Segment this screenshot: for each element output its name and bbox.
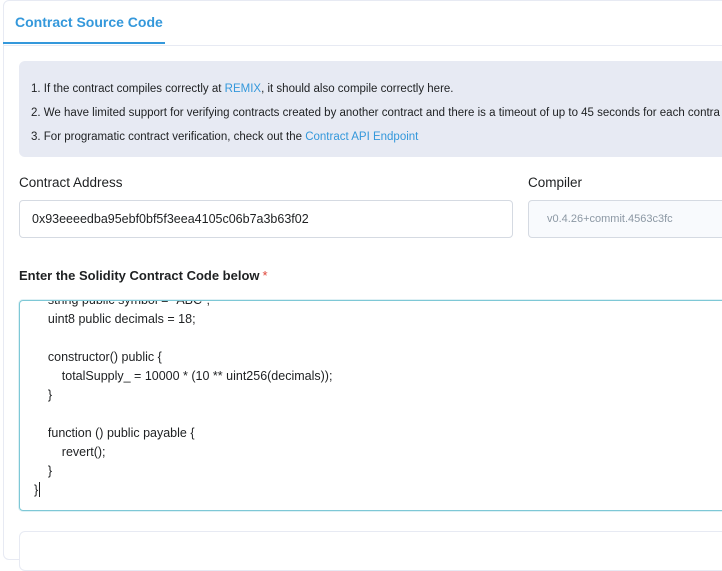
solidity-code-textarea[interactable]: string public symbol = "ABC"; uint8 publ…: [19, 300, 722, 511]
next-section-card: [19, 531, 722, 571]
compiler-select: v0.4.26+commit.4563c3fc: [528, 200, 722, 238]
notice-item-1: 1. If the contract compiles correctly at…: [31, 81, 722, 105]
contract-address-label: Contract Address: [19, 175, 123, 190]
notice-item-1-text: 1. If the contract compiles correctly at: [31, 83, 225, 95]
notice-item-1-suffix: , it should also compile correctly here.: [261, 83, 454, 95]
tab-bar: Contract Source Code: [3, 0, 722, 46]
notice-item-3-text: 3. For programatic contract verification…: [31, 131, 306, 143]
code-section-title: Enter the Solidity Contract Code below *: [19, 268, 268, 283]
code-content: string public symbol = "ABC"; uint8 publ…: [34, 300, 333, 500]
notice-item-2: 2. We have limited support for verifying…: [31, 107, 720, 119]
tab-contract-source-code[interactable]: Contract Source Code: [3, 0, 165, 44]
text-caret: [39, 482, 41, 497]
contract-api-endpoint-link[interactable]: Contract API Endpoint: [305, 131, 418, 143]
instructions-notice: 1. If the contract compiles correctly at…: [19, 61, 722, 157]
contract-address-value: 0x93eeeedba95ebf0bf5f3eea4105c06b7a3b63f…: [32, 212, 309, 226]
required-asterisk: *: [262, 268, 268, 283]
compiler-value: v0.4.26+commit.4563c3fc: [547, 213, 673, 225]
remix-link[interactable]: REMIX: [225, 83, 261, 95]
notice-item-3: 3. For programatic contract verification…: [31, 129, 722, 153]
code-label: Enter the Solidity Contract Code below: [19, 268, 260, 283]
compiler-label: Compiler: [528, 175, 583, 190]
contract-address-input[interactable]: 0x93eeeedba95ebf0bf5f3eea4105c06b7a3b63f…: [19, 200, 513, 238]
code-text: string public symbol = "ABC"; uint8 publ…: [34, 300, 333, 497]
